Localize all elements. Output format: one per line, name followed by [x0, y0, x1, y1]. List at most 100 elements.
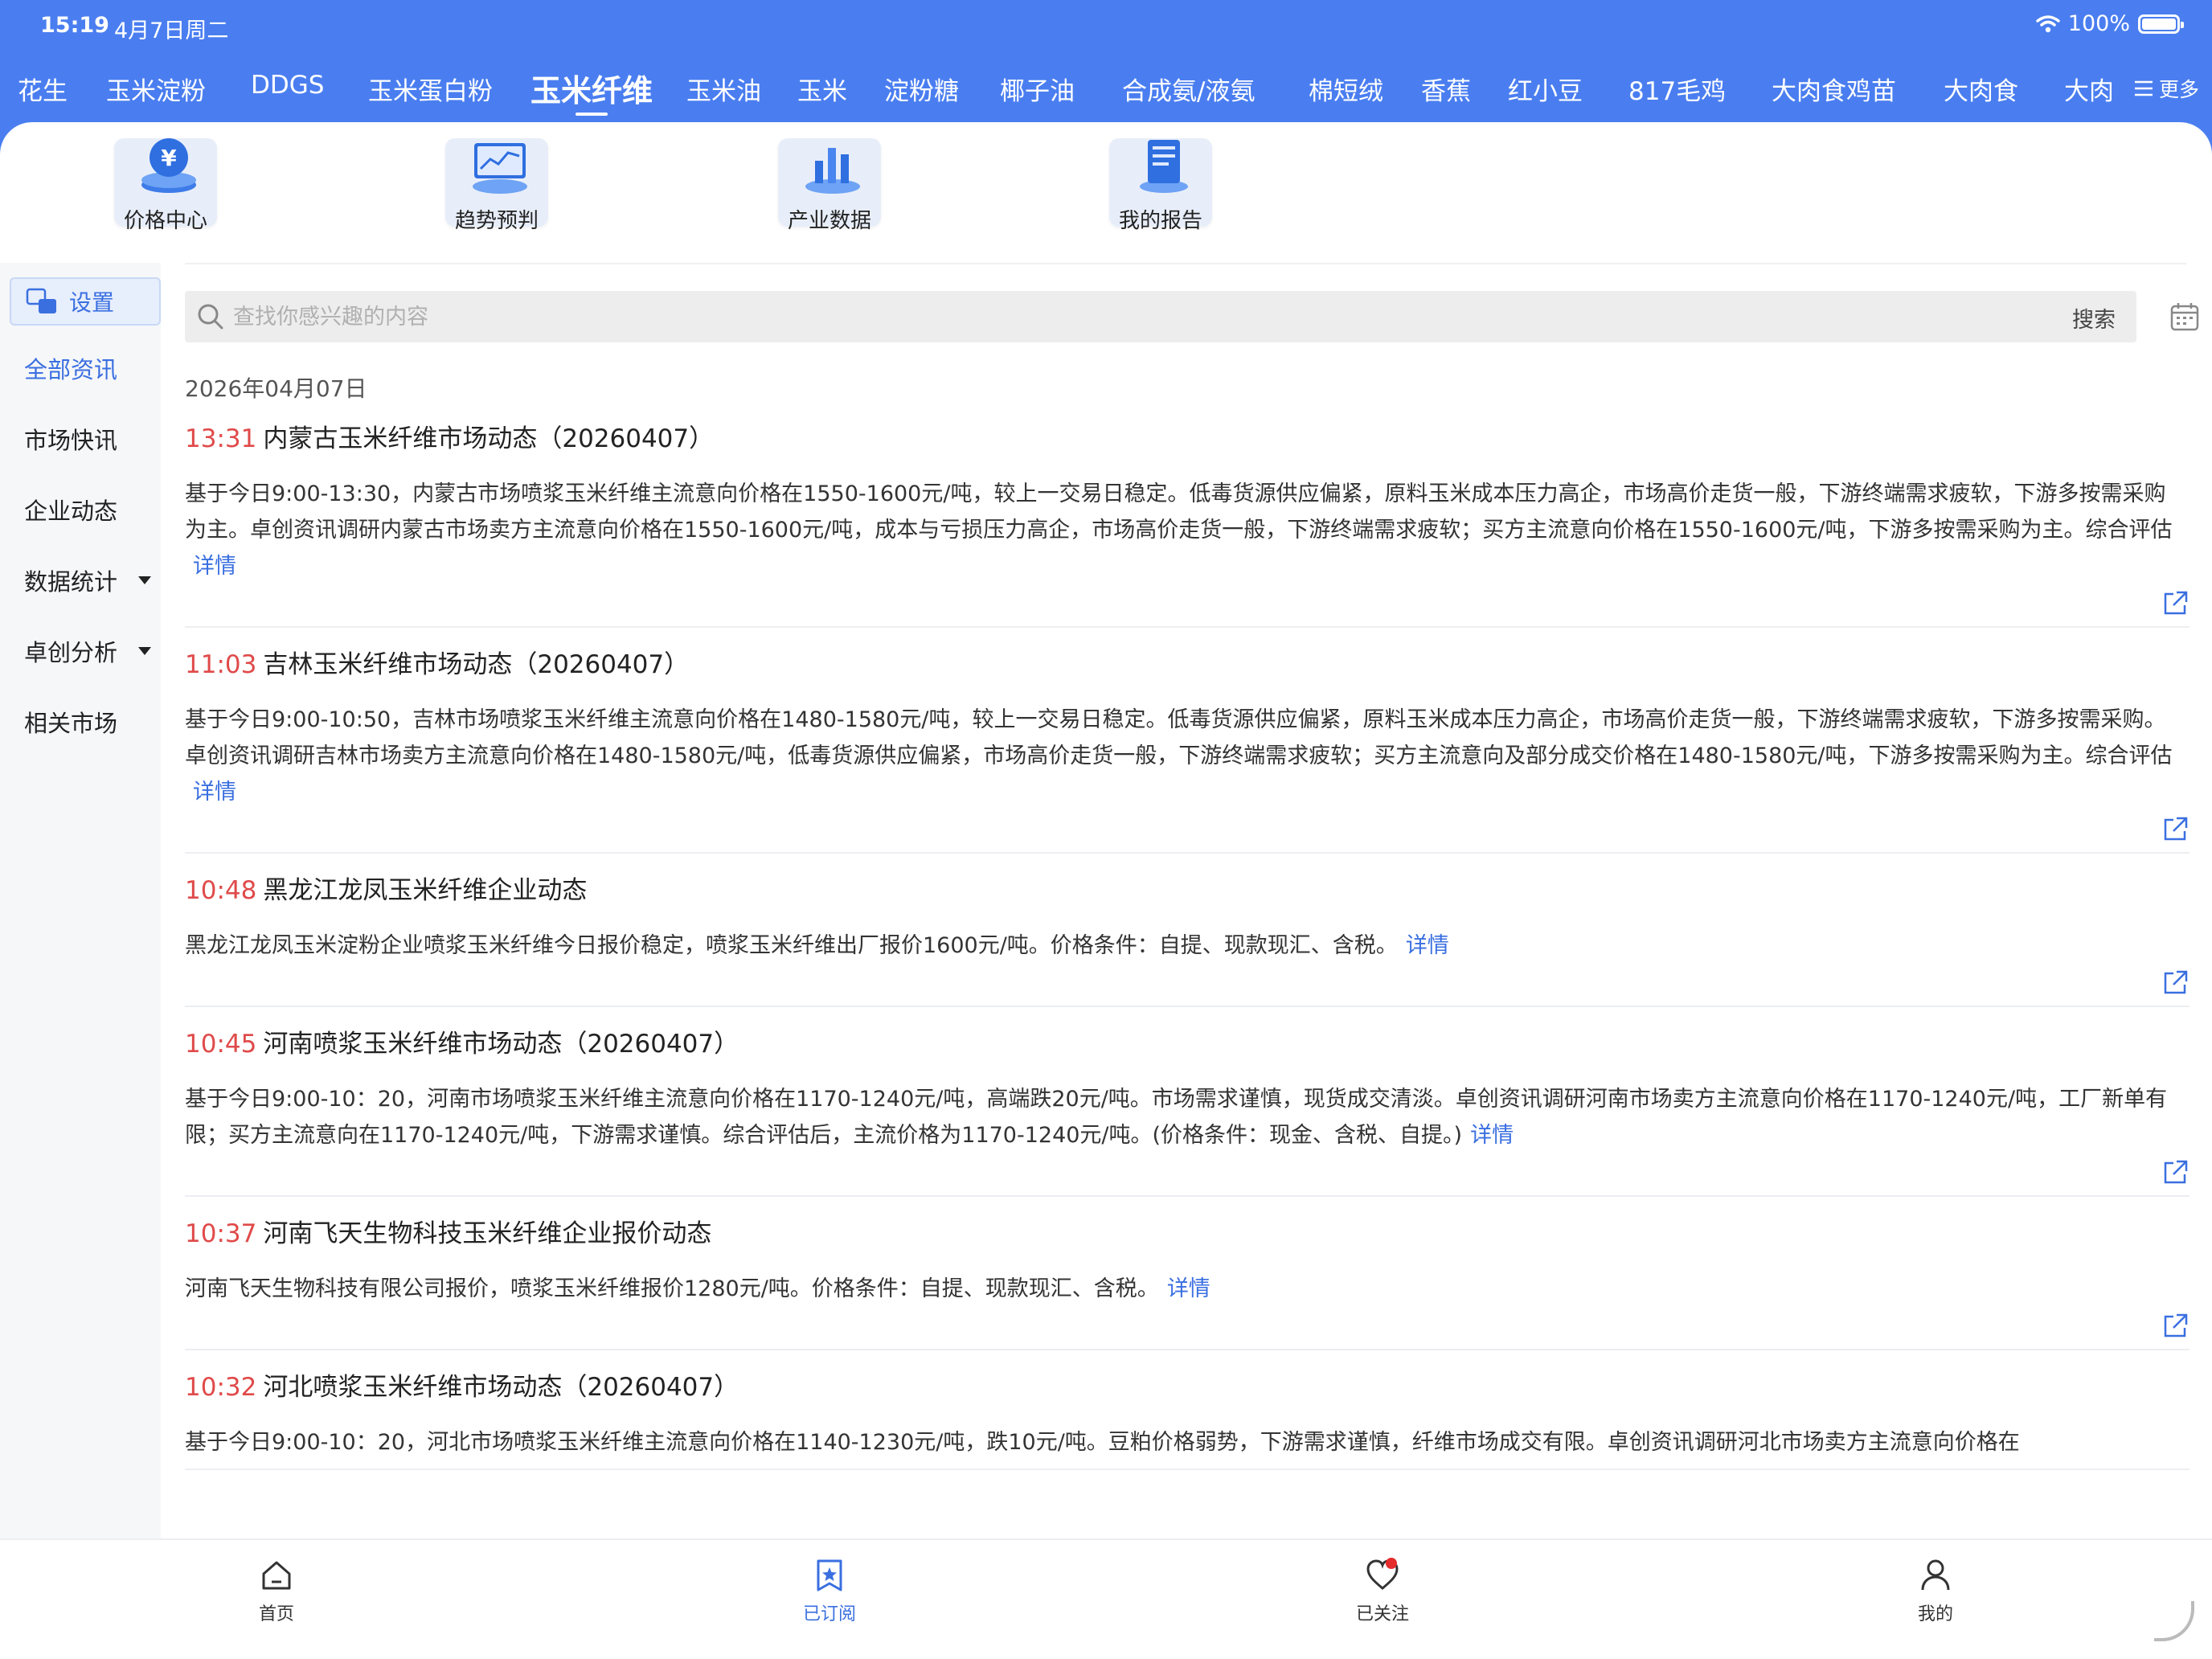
date-header: 2026年04月07日	[185, 375, 367, 402]
news-title[interactable]: 10:45 河南喷浆玉米纤维市场动态（20260407）	[185, 1025, 2189, 1063]
settings-label: 设置	[69, 289, 115, 316]
tab-category-corn-protein[interactable]: 玉米蛋白粉	[368, 71, 493, 107]
news-item[interactable]: 13:31 内蒙古玉米纤维市场动态（20260407） 基于今日9:00-13:3…	[185, 420, 2189, 628]
sidebar-item-label: 相关市场	[24, 710, 118, 737]
tab-category-ammonia[interactable]: 合成氨/液氨	[1122, 71, 1255, 107]
tab-category-banana[interactable]: 香蕉	[1421, 71, 1471, 107]
share-icon[interactable]	[2161, 815, 2189, 844]
settings-button[interactable]: 设置	[10, 277, 161, 326]
news-item[interactable]: 11:03 吉林玉米纤维市场动态（20260407） 基于今日9:00-10:50…	[185, 645, 2189, 854]
home-icon	[262, 1561, 291, 1590]
tab-category-starch-sugar[interactable]: 淀粉糖	[884, 71, 959, 107]
sidebar-item-all-news[interactable]: 全部资讯	[24, 351, 117, 385]
industry-data-button[interactable]: 产业数据	[773, 138, 886, 233]
share-icon[interactable]	[2161, 1312, 2189, 1341]
tab-category-cotton-linter[interactable]: 棉短绒	[1309, 71, 1383, 107]
news-title[interactable]: 13:31 内蒙古玉米纤维市场动态（20260407）	[185, 420, 2189, 458]
caret-down-icon	[138, 576, 152, 584]
divider	[185, 263, 2186, 264]
tab-subscribed-label: 已订阅	[802, 1604, 856, 1624]
tab-category-big-meat[interactable]: 大肉	[2064, 71, 2114, 107]
news-summary: 基于今日9:00-13:30，内蒙古市场喷浆玉米纤维主流意向价格在1550-16…	[185, 481, 2173, 579]
sidebar: 设置 全部资讯 市场快讯 企业动态 数据统计 卓创分析 相关市场	[0, 263, 161, 1541]
battery-percent: 100%	[2067, 11, 2130, 36]
news-title[interactable]: 11:03 吉林玉米纤维市场动态（20260407）	[185, 645, 2189, 684]
category-tabs: 花生 玉米淀粉 DDGS 玉米蛋白粉 玉米纤维 玉米油 玉米 淀粉糖 椰子油 合…	[0, 64, 2212, 121]
tab-category-coconut-oil[interactable]: 椰子油	[1000, 71, 1075, 107]
sidebar-item-market-flash[interactable]: 市场快讯	[24, 422, 117, 456]
tab-category-ddgs[interactable]: DDGS	[251, 71, 324, 100]
news-item[interactable]: 10:48 黑龙江龙凤玉米纤维企业动态 黑龙江龙凤玉米淀粉企业喷浆玉米纤维今日报价…	[185, 871, 2189, 1007]
bookmark-star-icon	[817, 1559, 842, 1591]
bar-stats-icon	[805, 148, 860, 194]
tab-home-label: 首页	[258, 1604, 294, 1624]
status-time: 15:19	[40, 13, 109, 38]
detail-link[interactable]: 详情	[1406, 933, 1449, 958]
wifi-icon	[2036, 14, 2060, 32]
search-input[interactable]	[233, 299, 2001, 334]
tab-subscribed[interactable]: 已订阅	[765, 1558, 894, 1625]
detail-link[interactable]: 详情	[1470, 1123, 1514, 1148]
sidebar-item-data-stats[interactable]: 数据统计	[24, 563, 152, 597]
news-time: 10:32	[185, 1373, 257, 1402]
news-feed: 13:31 内蒙古玉米纤维市场动态（20260407） 基于今日9:00-13:3…	[185, 420, 2189, 1488]
price-center-label: 价格中心	[123, 209, 207, 233]
user-icon	[1921, 1559, 1950, 1591]
detail-link[interactable]: 详情	[1167, 1276, 1210, 1301]
news-time: 10:45	[185, 1030, 257, 1059]
sidebar-item-company-news[interactable]: 企业动态	[24, 493, 117, 526]
news-item[interactable]: 10:32 河北喷浆玉米纤维市场动态（20260407） 基于今日9:00-10：…	[185, 1368, 2189, 1470]
tab-category-corn-fiber[interactable]: 玉米纤维	[530, 66, 653, 110]
price-yen-icon: ¥	[141, 138, 196, 193]
news-item[interactable]: 10:37 河南飞天生物科技玉米纤维企业报价动态 河南飞天生物科技有限公司报价，喷…	[185, 1215, 2189, 1350]
news-title[interactable]: 10:48 黑龙江龙凤玉米纤维企业动态	[185, 871, 2189, 910]
news-item[interactable]: 10:45 河南喷浆玉米纤维市场动态（20260407） 基于今日9:00-10：…	[185, 1025, 2189, 1197]
news-summary: 基于今日9:00-10：20，河南市场喷浆玉米纤维主流意向价格在1170-124…	[185, 1087, 2168, 1148]
tab-category-peanut[interactable]: 花生	[18, 71, 68, 107]
sidebar-item-label: 市场快讯	[24, 427, 118, 454]
share-icon[interactable]	[2161, 969, 2189, 997]
tab-category-red-bean[interactable]: 红小豆	[1508, 71, 1583, 107]
news-summary: 黑龙江龙凤玉米淀粉企业喷浆玉米纤维今日报价稳定，喷浆玉米纤维出厂报价1600元/…	[185, 933, 1449, 958]
share-icon[interactable]	[2161, 589, 2189, 618]
tab-category-broiler-chick[interactable]: 大肉食鸡苗	[1772, 71, 1896, 107]
resize-handle-icon[interactable]	[2154, 1601, 2194, 1641]
more-categories-button[interactable]: 更多	[2133, 74, 2199, 103]
trend-forecast-button[interactable]: 趋势预判	[440, 138, 553, 233]
tab-category-817-chicken[interactable]: 817毛鸡	[1628, 71, 1726, 107]
search-button[interactable]: 搜索	[2072, 302, 2116, 334]
tab-category-broiler[interactable]: 大肉食	[1944, 71, 2018, 107]
news-summary: 河南飞天生物科技有限公司报价，喷浆玉米纤维报价1280元/吨。价格条件：自提、现…	[185, 1276, 1210, 1301]
price-center-button[interactable]: ¥ 价格中心	[109, 138, 222, 233]
my-report-button[interactable]: 我的报告	[1104, 138, 1217, 233]
tab-following-label: 已关注	[1355, 1604, 1409, 1624]
sidebar-item-analysis[interactable]: 卓创分析	[24, 634, 152, 668]
search-icon	[198, 304, 223, 330]
tab-home[interactable]: 首页	[212, 1558, 341, 1625]
svg-text:¥: ¥	[161, 145, 177, 171]
calendar-icon[interactable]	[2169, 301, 2201, 333]
tab-following[interactable]: 已关注	[1318, 1558, 1447, 1625]
tab-category-corn-oil[interactable]: 玉米油	[686, 71, 761, 107]
my-report-label: 我的报告	[1118, 209, 1202, 233]
active-tab-indicator	[576, 113, 608, 116]
search-bar: 搜索	[185, 291, 2136, 342]
status-bar: 15:19 4月7日周二 100%	[0, 0, 2212, 51]
bottom-tab-bar: 首页 已订阅 已关注 我的	[0, 1538, 2212, 1659]
tab-category-corn[interactable]: 玉米	[797, 71, 847, 107]
news-title[interactable]: 10:32 河北喷浆玉米纤维市场动态（20260407）	[185, 1368, 2189, 1407]
notification-dot	[1386, 1558, 1397, 1569]
battery-icon	[2138, 14, 2184, 34]
sidebar-item-related-market[interactable]: 相关市场	[24, 705, 117, 739]
settings-icon	[26, 288, 56, 313]
tab-mine-label: 我的	[1917, 1604, 1953, 1624]
share-icon[interactable]	[2161, 1158, 2189, 1187]
sidebar-item-label: 全部资讯	[24, 356, 118, 383]
detail-link[interactable]: 详情	[193, 554, 236, 579]
tab-mine[interactable]: 我的	[1871, 1558, 2000, 1625]
sidebar-item-label: 数据统计	[24, 568, 118, 596]
detail-link[interactable]: 详情	[193, 780, 236, 805]
tab-category-corn-starch[interactable]: 玉米淀粉	[106, 71, 206, 107]
news-summary: 基于今日9:00-10:50，吉林市场喷浆玉米纤维主流意向价格在1480-158…	[185, 707, 2173, 805]
news-title[interactable]: 10:37 河南飞天生物科技玉米纤维企业报价动态	[185, 1215, 2189, 1253]
